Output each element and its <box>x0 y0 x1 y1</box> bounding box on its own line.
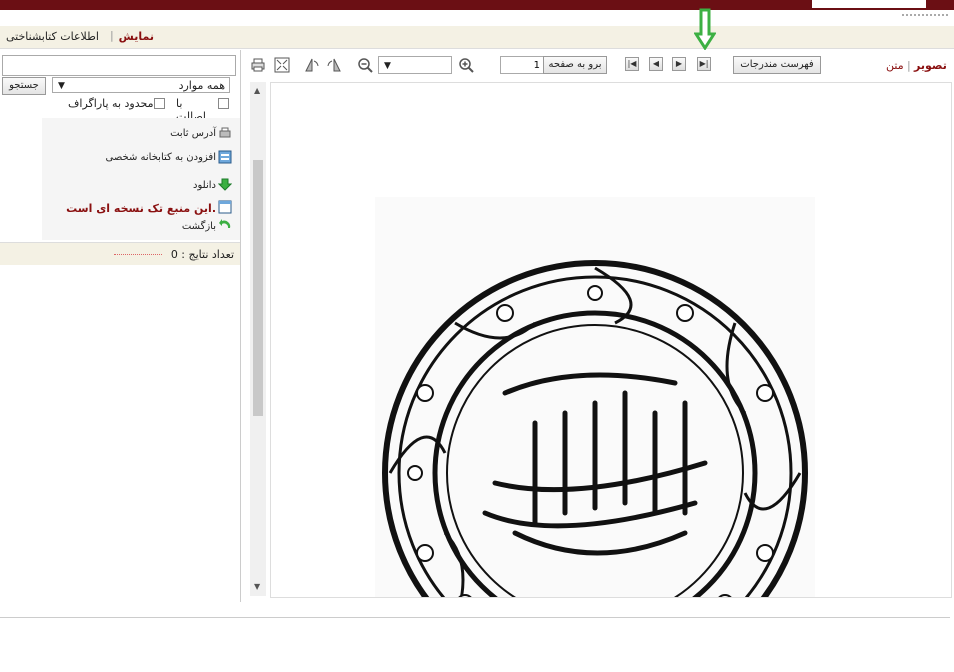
rotate-right-icon[interactable] <box>325 56 343 74</box>
scope-select-value: همه موارد <box>178 79 225 92</box>
actions-panel: آدرس ثابت افزودن به کتابخانه شخصی دانلود… <box>0 118 240 240</box>
last-page-icon[interactable]: ▶| <box>697 57 711 71</box>
scope-select[interactable]: همه موارد ▼ <box>52 77 230 93</box>
page-image <box>375 197 815 597</box>
mode-separator: | <box>907 59 911 72</box>
viewer-scrollbar[interactable]: ▲ ▼ <box>250 82 266 596</box>
authentic-checkbox[interactable] <box>218 98 229 109</box>
toc-button[interactable]: فهرست مندرجات <box>733 56 821 74</box>
back-arrow-icon <box>218 218 232 232</box>
prev-page-icon[interactable]: ◀ <box>649 57 663 71</box>
results-count: تعداد نتایج : 0 <box>170 248 234 261</box>
search-button[interactable]: جستجو <box>2 77 46 95</box>
printer-link-icon <box>218 126 232 140</box>
zoom-select[interactable]: ▼ <box>378 56 452 74</box>
document-icon <box>218 200 232 214</box>
results-dots <box>114 254 162 255</box>
single-copy-notice: این منبع تک نسخه ای است. <box>66 202 216 215</box>
paragraph-label: محدود به پاراگراف <box>68 97 154 110</box>
tab-display[interactable]: نمایش <box>119 30 154 43</box>
tab-bibliographic[interactable]: اطلاعات کتابشناختی <box>6 30 99 43</box>
top-banner <box>0 0 954 10</box>
panel-divider[interactable] <box>240 50 241 602</box>
rotate-left-icon[interactable] <box>303 56 321 74</box>
scroll-up-icon[interactable]: ▲ <box>254 86 260 95</box>
download-icon <box>217 178 233 192</box>
zoom-out-icon[interactable] <box>356 56 374 74</box>
first-page-icon[interactable]: |◀ <box>625 57 639 71</box>
scroll-down-icon[interactable]: ▼ <box>254 582 260 591</box>
search-input[interactable] <box>2 55 236 76</box>
page-viewer[interactable] <box>270 82 952 598</box>
tab-bar: نمایش | اطلاعات کتابشناختی <box>0 26 954 49</box>
fullscreen-icon[interactable] <box>273 56 291 74</box>
chevron-down-icon: ▼ <box>58 81 65 91</box>
permalink-link[interactable]: آدرس ثابت <box>170 128 216 139</box>
results-bar: تعداد نتایج : 0 <box>0 242 240 265</box>
download-link[interactable]: دانلود <box>193 180 216 191</box>
mode-image-tab[interactable]: تصویر <box>914 59 947 72</box>
tab-separator: | <box>110 29 114 42</box>
bottom-divider <box>0 617 950 618</box>
top-dots-decoration <box>902 14 948 16</box>
down-arrow-annotation-icon <box>693 8 717 53</box>
chevron-down-icon: ▼ <box>384 61 391 71</box>
paragraph-checkbox[interactable] <box>154 98 165 109</box>
back-link[interactable]: بازگشت <box>182 221 216 232</box>
page-number-input[interactable] <box>500 56 544 74</box>
library-add-icon <box>218 150 232 164</box>
mode-text-tab[interactable]: متن <box>886 59 904 72</box>
goto-page-button[interactable]: برو به صفحه <box>543 56 607 74</box>
add-library-link[interactable]: افزودن به کتابخانه شخصی <box>106 152 216 163</box>
scroll-thumb[interactable] <box>253 160 263 416</box>
print-icon[interactable] <box>249 56 267 74</box>
next-page-icon[interactable]: ▶ <box>672 57 686 71</box>
zoom-in-icon[interactable] <box>457 56 475 74</box>
